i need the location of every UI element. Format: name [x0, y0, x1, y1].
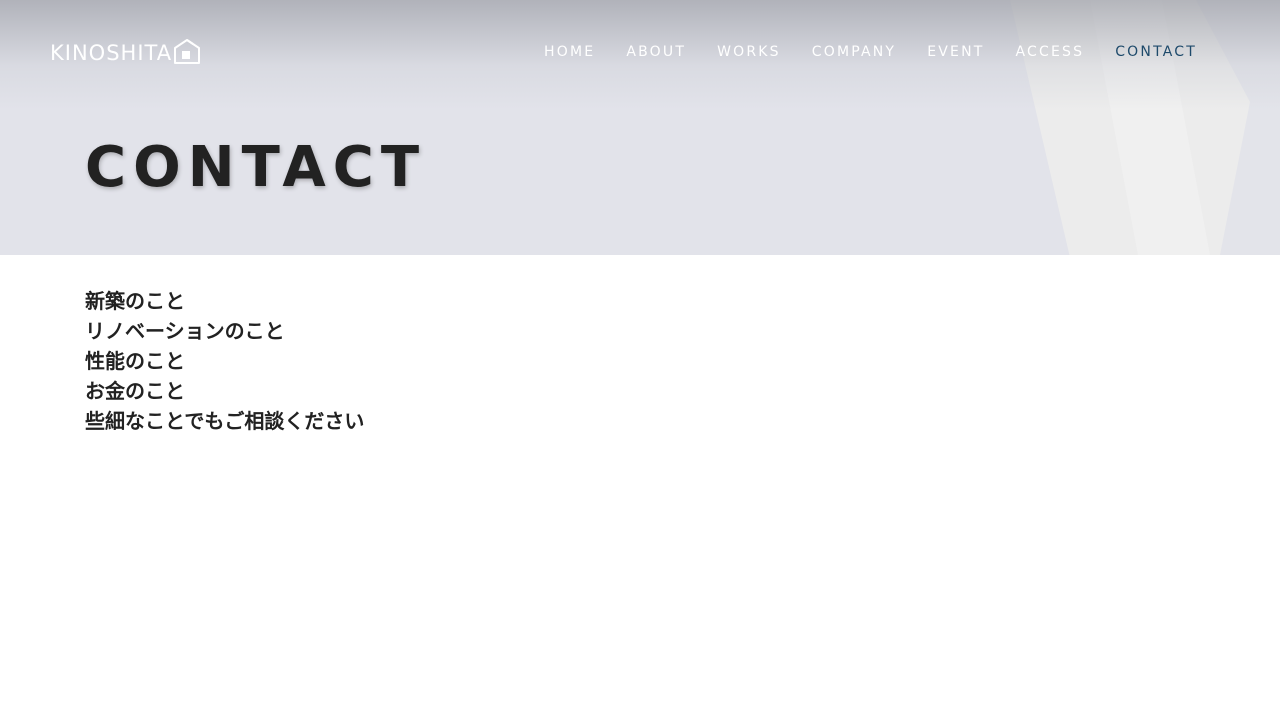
hero-decoration-shape: [1196, 0, 1280, 255]
nav-item-event[interactable]: EVENT: [927, 44, 984, 60]
hero-banner: KINOSHITA HOME ABOUT WORKS COMPANY EVENT…: [0, 0, 1280, 255]
intro-line-renovation: リノベーションのこと: [85, 319, 285, 343]
logo-text: KINOSHITA: [50, 41, 173, 65]
house-icon: [173, 38, 201, 64]
intro-line-consultation: 些細なことでもご相談ください: [85, 409, 365, 433]
intro-line-performance: 性能のこと: [85, 349, 185, 373]
contact-intro: 新築のこと リノベーションのこと 性能のこと お金のこと 些細なことでもご相談く…: [85, 286, 364, 436]
hero-decoration-shape: [1010, 0, 1280, 255]
nav-item-contact[interactable]: CONTACT: [1115, 44, 1197, 60]
nav-item-company[interactable]: COMPANY: [812, 44, 896, 60]
nav-item-home[interactable]: HOME: [544, 44, 595, 60]
page-title: CONTACT: [85, 135, 427, 200]
main-nav: HOME ABOUT WORKS COMPANY EVENT ACCESS CO…: [544, 40, 1197, 64]
nav-item-works[interactable]: WORKS: [717, 44, 781, 60]
site-logo[interactable]: KINOSHITA: [50, 38, 201, 68]
hero-decoration-shape: [1090, 0, 1210, 255]
nav-item-about[interactable]: ABOUT: [626, 44, 686, 60]
nav-item-access[interactable]: ACCESS: [1016, 44, 1085, 60]
intro-line-new-build: 新築のこと: [85, 289, 185, 313]
intro-line-money: お金のこと: [85, 379, 185, 403]
